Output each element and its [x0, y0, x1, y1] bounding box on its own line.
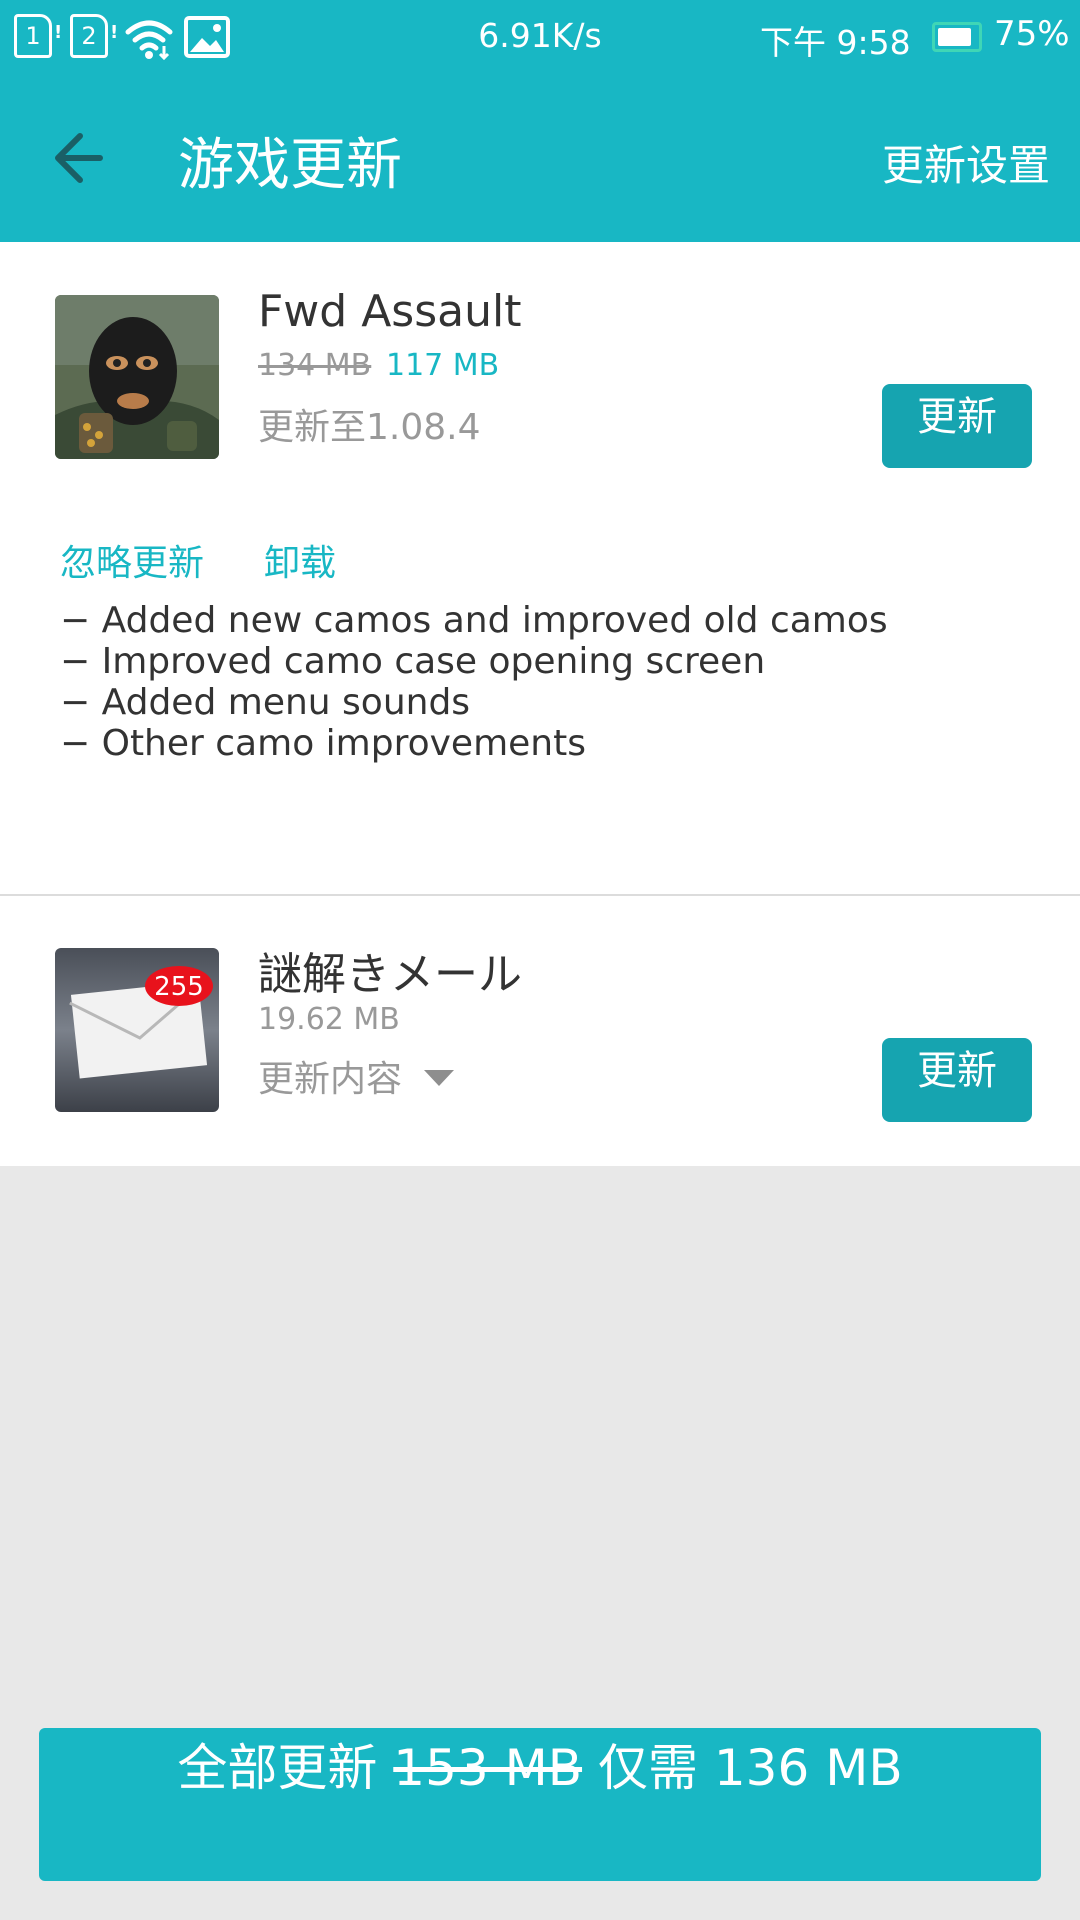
- fwd-assault-app-icon[interactable]: [55, 295, 219, 459]
- update-item-nazotoki-mail: 255 謎解きメール 19.62 MB 更新内容 更新: [0, 896, 1080, 1166]
- page-title: 游戏更新: [178, 133, 402, 198]
- battery-percent: 75%: [994, 14, 1070, 54]
- update-all-label: 全部更新: [177, 1739, 378, 1797]
- uninstall-link[interactable]: 卸载: [264, 534, 336, 586]
- header: 1 ! 2 ! 6.91K/s 下午 9:58 75% 游戏更新 更新设置: [0, 0, 1080, 242]
- mail-app-icon[interactable]: 255: [55, 948, 219, 1112]
- update-settings-button[interactable]: 更新设置: [882, 132, 1050, 193]
- ignore-update-link[interactable]: 忽略更新: [60, 534, 204, 586]
- only-needs-label: 仅需: [597, 1739, 698, 1797]
- update-all-button[interactable]: 全部更新 153 MB 仅需 136 MB: [39, 1728, 1041, 1881]
- changelog-line: − Improved camo case opening screen: [60, 641, 766, 682]
- app-size: 19.62 MB: [258, 1002, 400, 1037]
- app-name: 謎解きメール: [258, 949, 522, 1000]
- chevron-down-icon[interactable]: [424, 1070, 454, 1086]
- battery-icon: [932, 22, 982, 52]
- changelog-line: − Other camo improvements: [60, 723, 586, 764]
- changelog-line: − Added new camos and improved old camos: [60, 600, 888, 641]
- app-name: Fwd Assault: [258, 286, 522, 337]
- target-version: 更新至1.08.4: [258, 407, 481, 448]
- clock: 下午 9:58: [760, 23, 911, 62]
- total-patch-size: 136 MB: [713, 1739, 903, 1797]
- original-size: 134 MB: [258, 348, 372, 383]
- notification-badge: 255: [154, 972, 204, 1002]
- network-speed: 6.91K/s: [478, 16, 602, 55]
- total-original-size: 153 MB: [393, 1739, 583, 1797]
- update-item-fwd-assault: Fwd Assault 134 MB 117 MB 更新至1.08.4 更新 忽…: [0, 242, 1080, 894]
- back-arrow-icon[interactable]: [48, 118, 118, 198]
- changelog-line: − Added menu sounds: [60, 682, 471, 723]
- update-details-toggle[interactable]: 更新内容: [258, 1050, 402, 1102]
- patch-size: 117 MB: [386, 348, 500, 383]
- update-button[interactable]: 更新: [882, 384, 1032, 468]
- update-button[interactable]: 更新: [882, 1038, 1032, 1122]
- status-bar: 1 ! 2 ! 6.91K/s 下午 9:58 75%: [0, 0, 1080, 76]
- changelog: − Added new camos and improved old camos…: [60, 600, 888, 764]
